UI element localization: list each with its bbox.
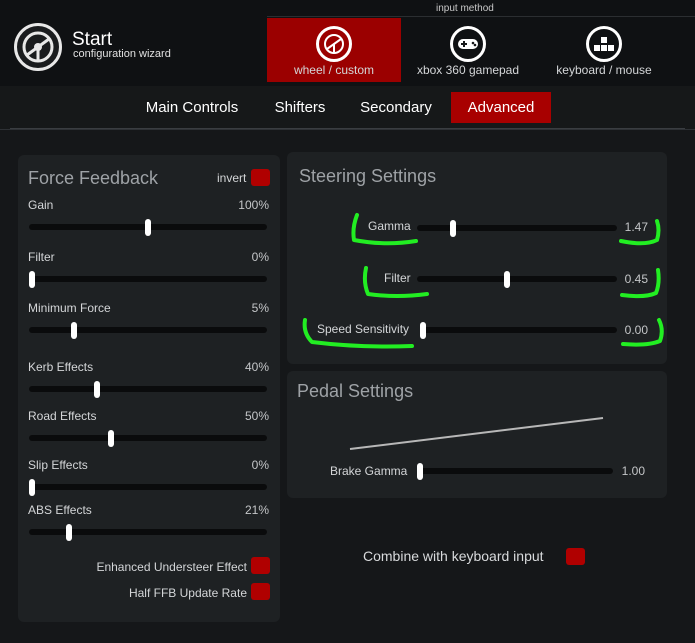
filter-value-highlight [620, 268, 661, 299]
speed-sensitivity-label-highlight [302, 318, 414, 349]
gamma-label-highlight [351, 213, 418, 246]
filter-label-highlight [362, 266, 429, 298]
gamma-value-highlight [619, 219, 661, 246]
green-highlight-annotations [302, 213, 664, 349]
speed-sensitivity-value-highlight [621, 318, 664, 347]
